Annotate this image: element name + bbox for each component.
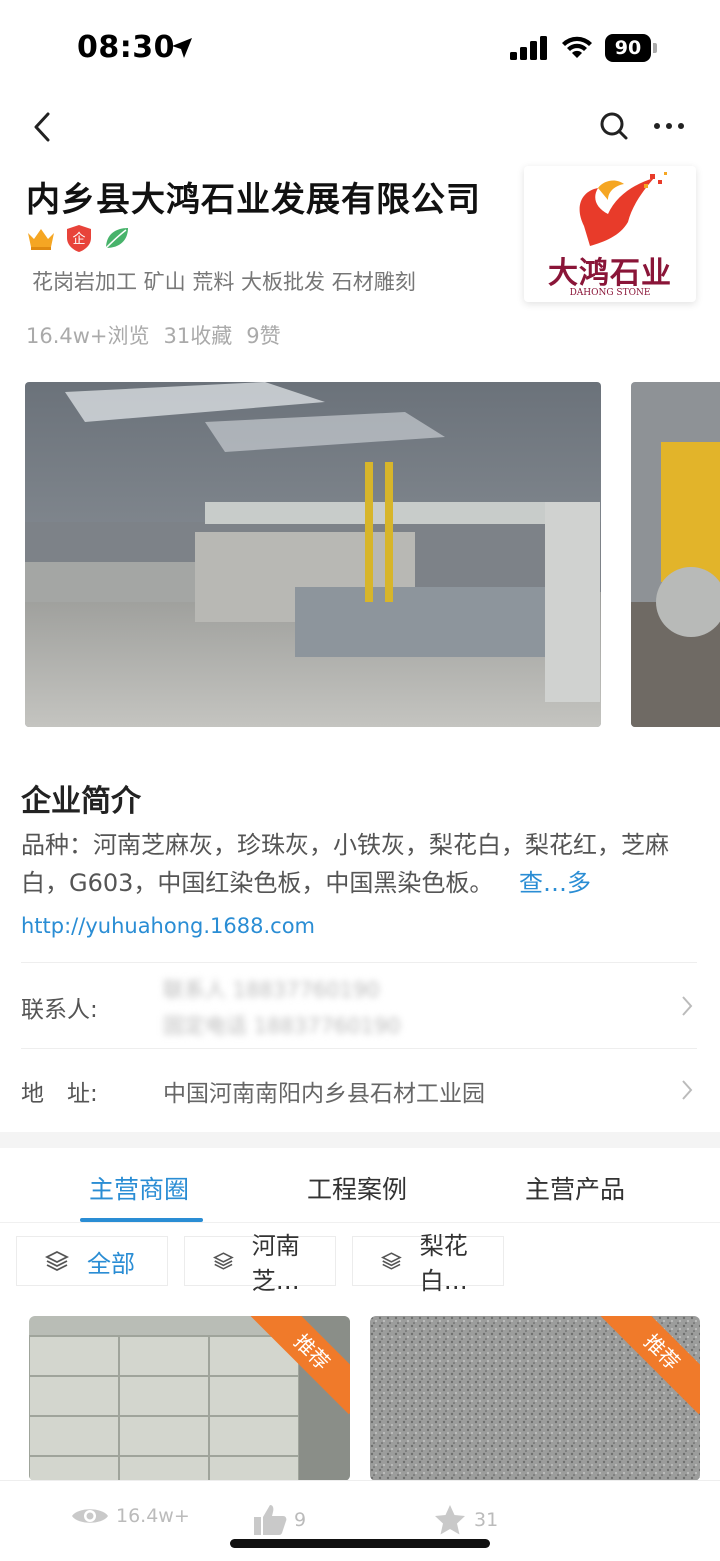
intro-text: 品种：河南芝麻灰，珍珠灰，小铁灰，梨花白，梨花红，芝麻白，G603，中国红染色板… [21,826,701,902]
back-icon[interactable] [28,110,58,144]
chip-label: 梨花白… [419,1232,468,1295]
battery-indicator: 90 [605,34,657,62]
views-action: 16.4w+ [70,1503,190,1529]
business-tags: 花岗岩加工 矿山 荒料 大板批发 石材雕刻 [32,270,416,294]
product-card[interactable]: 推荐 [370,1316,700,1481]
tab-main-products[interactable]: 主营产品 [525,1170,625,1206]
like-button[interactable]: 9 [252,1503,306,1537]
view-more-link[interactable]: 查…多 [519,869,591,897]
chip-label: 全部 [87,1249,135,1278]
bottom-action-bar: 16.4w+ 9 31 [0,1480,720,1561]
svg-text:企: 企 [72,231,85,247]
filter-chip-lihuabai[interactable]: 梨花白… [352,1232,504,1295]
chip-label: 河南芝… [251,1232,300,1295]
tab-engineering-cases[interactable]: 工程案例 [307,1170,407,1206]
filter-chip-all[interactable]: 全部 [16,1236,168,1286]
factory-photo-1[interactable] [25,382,601,727]
divider [21,962,697,963]
battery-level: 90 [605,34,651,62]
section-gap [0,1132,720,1148]
company-name: 内乡县大鸿石业发展有限公司 [26,180,481,220]
company-logo: 大鸿石业 DAHONG STONE [524,166,696,302]
status-time: 08:30 [77,30,175,65]
website-link[interactable]: http://yuhuahong.1688.com [21,914,315,938]
likes-stat: 9赞 [246,324,281,348]
favorites-count: 31 [474,1509,499,1531]
contact-line-2: 固定电话 18837760190 [163,1014,401,1038]
contact-label: 联系人: [21,997,98,1023]
star-icon [435,1505,465,1535]
cellular-signal-icon [510,36,547,60]
divider [21,1048,697,1049]
filter-chip-henan[interactable]: 河南芝… [184,1232,336,1295]
location-arrow-icon [172,38,192,58]
search-icon[interactable] [598,110,630,142]
chevron-right-icon [682,1080,693,1100]
intro-title: 企业简介 [21,784,141,819]
company-stats: 16.4w+浏览 31收藏 9赞 [26,320,281,350]
product-card[interactable]: 推荐 [29,1316,350,1481]
layers-icon [381,1252,402,1270]
likes-count: 9 [294,1509,307,1531]
views-count: 16.4w+ [116,1505,190,1527]
crown-icon [26,223,56,253]
badge-row: 企 [26,222,132,254]
address-value: 中国河南南阳内乡县石材工业园 [163,1081,485,1107]
contact-line-1: 联系人 18837760190 [163,978,380,1002]
views-stat: 16.4w+浏览 [26,324,150,348]
chevron-right-icon [682,996,693,1016]
thumbs-up-icon [254,1505,287,1535]
layers-icon [45,1250,69,1272]
tab-main-business-circle[interactable]: 主营商圈 [89,1170,189,1206]
eye-icon [72,1509,108,1523]
wifi-icon [562,36,592,58]
logo-subtitle: DAHONG STONE [569,288,651,298]
home-indicator[interactable] [230,1539,490,1548]
logo-title: 大鸿石业 [548,256,672,291]
favorite-button[interactable]: 31 [432,1503,498,1537]
layers-icon [213,1252,234,1270]
status-bar: 08:30 90 [0,0,720,96]
factory-photo-2[interactable] [631,382,720,727]
battery-tip [653,43,657,53]
tab-divider [0,1222,720,1223]
phoenix-logo-graphic [579,172,667,246]
green-leaf-icon [102,223,132,253]
more-icon[interactable] [652,118,686,134]
favorites-stat: 31收藏 [163,324,233,348]
enterprise-shield-icon: 企 [64,223,94,253]
address-label: 地 址: [21,1081,98,1107]
